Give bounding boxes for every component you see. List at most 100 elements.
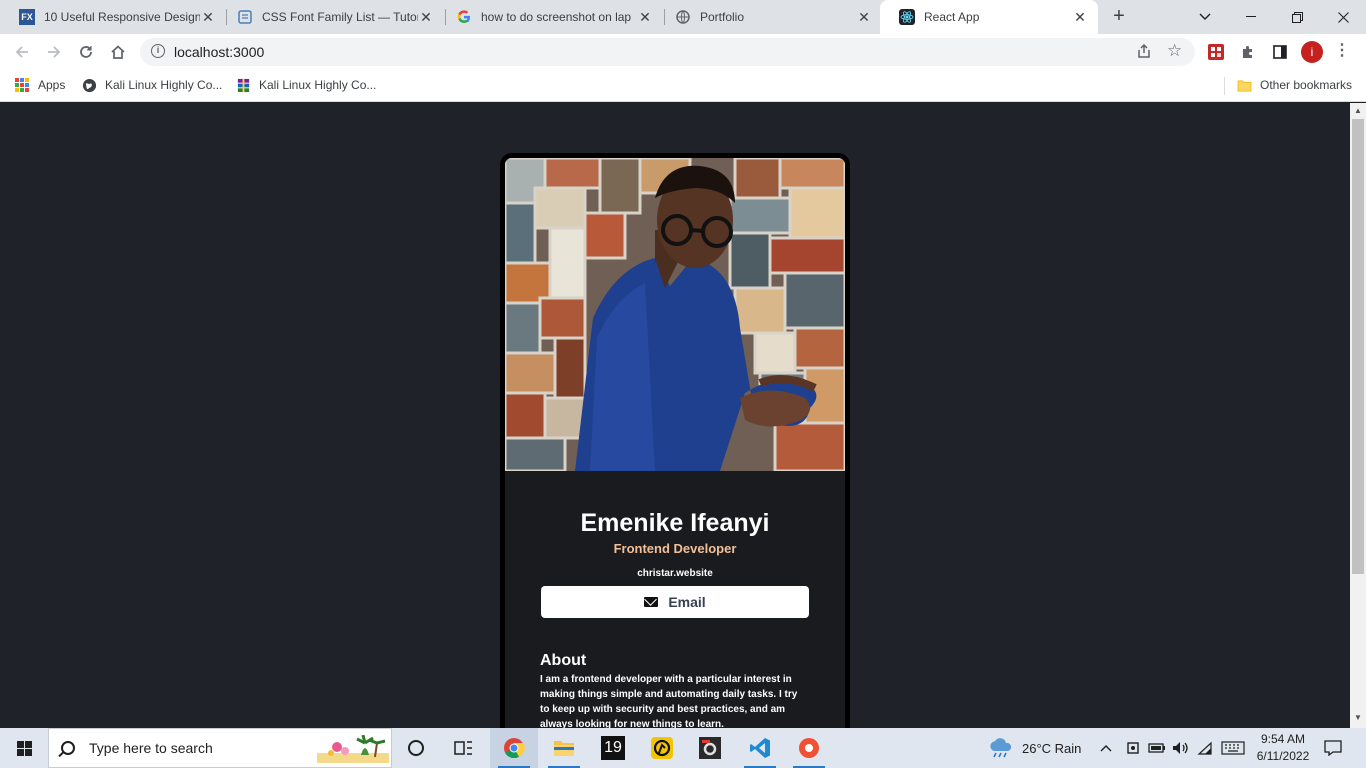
- profile-name: Emenike Ifeanyi: [580, 509, 770, 537]
- forward-button[interactable]: [42, 40, 66, 64]
- tab-portfolio[interactable]: Portfolio ✕: [656, 0, 882, 34]
- tab-title: CSS Font Family List — Tutor: [262, 10, 418, 24]
- close-window-button[interactable]: [1320, 0, 1366, 34]
- postman-taskbar-icon[interactable]: [638, 728, 686, 768]
- wifi-icon[interactable]: [1197, 728, 1213, 768]
- google-icon: [456, 9, 472, 25]
- close-icon[interactable]: ✕: [418, 9, 434, 26]
- browser-toolbar: i localhost:3000 ☆ i ⋮: [0, 34, 1366, 70]
- scrollbar-thumb[interactable]: [1352, 119, 1364, 574]
- about-text: I am a frontend developer with a particu…: [540, 674, 798, 728]
- battery-icon[interactable]: [1148, 728, 1166, 768]
- back-button[interactable]: [10, 40, 34, 64]
- minimize-button[interactable]: [1228, 0, 1274, 34]
- scroll-down-icon[interactable]: ▼: [1354, 713, 1362, 722]
- clock-time: 9:54 AM: [1260, 732, 1306, 746]
- chrome-taskbar-icon[interactable]: [490, 728, 538, 768]
- close-icon[interactable]: ✕: [1072, 9, 1088, 26]
- page-scrollbar[interactable]: ▲ ▼: [1350, 103, 1366, 728]
- notifications-icon[interactable]: [1324, 728, 1342, 768]
- profile-role: Frontend Developer: [613, 541, 737, 556]
- side-panel-icon[interactable]: [1270, 42, 1290, 62]
- cortana-icon[interactable]: [392, 728, 440, 768]
- tab-title: React App: [924, 10, 980, 24]
- other-bookmarks[interactable]: Other bookmarks: [1236, 77, 1352, 93]
- extensions-puzzle-icon[interactable]: [1238, 42, 1258, 62]
- tab-search-chevron-icon[interactable]: [1182, 0, 1228, 34]
- search-highlight-illustration: [317, 735, 389, 763]
- profile-photo-illustration: [505, 158, 845, 471]
- keyboard-icon[interactable]: [1221, 728, 1245, 768]
- mail-icon: [644, 597, 659, 607]
- profile-photo: [505, 158, 845, 471]
- search-icon: [61, 741, 75, 755]
- windows-taskbar: Type here to search 19 26°C Rain 9:54 AM…: [0, 728, 1366, 768]
- git-taskbar-icon[interactable]: [785, 728, 833, 768]
- apps-grid-icon: [14, 77, 30, 93]
- scroll-up-icon[interactable]: ▲: [1354, 106, 1362, 115]
- close-icon[interactable]: ✕: [637, 9, 653, 26]
- calendar-taskbar-icon[interactable]: 19: [589, 728, 637, 768]
- start-button[interactable]: [0, 728, 48, 768]
- tab-google-search[interactable]: how to do screenshot on lap ✕: [437, 0, 663, 34]
- app-gear-taskbar-icon[interactable]: [686, 728, 734, 768]
- weather-text: 26°C Rain: [1022, 740, 1082, 756]
- weather-widget[interactable]: 26°C Rain: [988, 728, 1081, 768]
- bookmark-label: Apps: [38, 78, 66, 92]
- globe-icon: [675, 9, 691, 25]
- close-icon[interactable]: ✕: [200, 9, 216, 26]
- bookmark-kali-2[interactable]: Kali Linux Highly Co...: [235, 77, 376, 93]
- fx-icon: FX: [19, 9, 35, 25]
- tab-title: Portfolio: [700, 10, 745, 24]
- folder-icon: [1236, 77, 1252, 93]
- windows-logo-icon: [16, 740, 32, 756]
- address-bar[interactable]: i localhost:3000 ☆: [140, 38, 1195, 66]
- tab-react-app[interactable]: React App ✕: [880, 0, 1098, 34]
- url-text[interactable]: localhost:3000: [174, 44, 264, 60]
- globe-icon: [81, 77, 97, 93]
- tray-chevron-icon[interactable]: [1100, 728, 1112, 768]
- tab-responsive-design[interactable]: FX 10 Useful Responsive Design ✕: [0, 0, 226, 34]
- volume-icon[interactable]: [1172, 728, 1190, 768]
- reload-button[interactable]: [74, 40, 98, 64]
- calendar-day: 19: [601, 736, 625, 760]
- tab-title: how to do screenshot on lap: [481, 10, 632, 24]
- search-placeholder: Type here to search: [89, 740, 213, 756]
- menu-kebab-icon[interactable]: ⋮: [1334, 40, 1350, 60]
- new-tab-button[interactable]: +: [1108, 5, 1130, 27]
- tab-strip: FX 10 Useful Responsive Design ✕ CSS Fon…: [0, 0, 1366, 34]
- home-button[interactable]: [106, 40, 130, 64]
- security-icon[interactable]: [1126, 728, 1140, 768]
- bookmark-label: Other bookmarks: [1260, 78, 1353, 92]
- bookmark-label: Kali Linux Highly Co...: [259, 78, 377, 92]
- bookmark-label: Kali Linux Highly Co...: [105, 78, 223, 92]
- task-view-icon[interactable]: [440, 728, 488, 768]
- tab-title: 10 Useful Responsive Design: [44, 10, 200, 24]
- winrar-icon: [235, 77, 251, 93]
- profile-card: Emenike Ifeanyi Frontend Developer chris…: [500, 153, 850, 728]
- bookmark-kali-1[interactable]: Kali Linux Highly Co...: [81, 77, 222, 93]
- page-viewport: Emenike Ifeanyi Frontend Developer chris…: [0, 103, 1350, 728]
- email-button[interactable]: Email: [541, 586, 809, 618]
- profile-website-link[interactable]: christar.website: [505, 568, 845, 579]
- bookmark-star-icon[interactable]: ☆: [1167, 41, 1182, 61]
- bookmarks-divider: [1224, 77, 1225, 95]
- react-icon: [899, 9, 915, 25]
- bookmarks-bar: Apps Kali Linux Highly Co... Kali Linux …: [0, 70, 1366, 102]
- extension-icon[interactable]: [1206, 42, 1226, 62]
- site-info-icon[interactable]: i: [151, 44, 165, 58]
- close-icon[interactable]: ✕: [856, 9, 872, 26]
- css-tutorial-icon: [237, 9, 253, 25]
- file-explorer-icon[interactable]: [540, 728, 588, 768]
- profile-avatar[interactable]: i: [1301, 41, 1323, 63]
- taskbar-search[interactable]: Type here to search: [48, 728, 392, 768]
- tab-css-font-family[interactable]: CSS Font Family List — Tutor ✕: [218, 0, 444, 34]
- restore-button[interactable]: [1274, 0, 1320, 34]
- about-heading: About: [540, 652, 587, 669]
- clock-date: 6/11/2022: [1256, 749, 1310, 763]
- bookmark-apps[interactable]: Apps: [14, 77, 65, 93]
- system-clock[interactable]: 9:54 AM 6/11/2022: [1248, 731, 1318, 765]
- vscode-taskbar-icon[interactable]: [736, 728, 784, 768]
- share-icon[interactable]: [1136, 43, 1152, 62]
- email-button-label: Email: [668, 594, 706, 610]
